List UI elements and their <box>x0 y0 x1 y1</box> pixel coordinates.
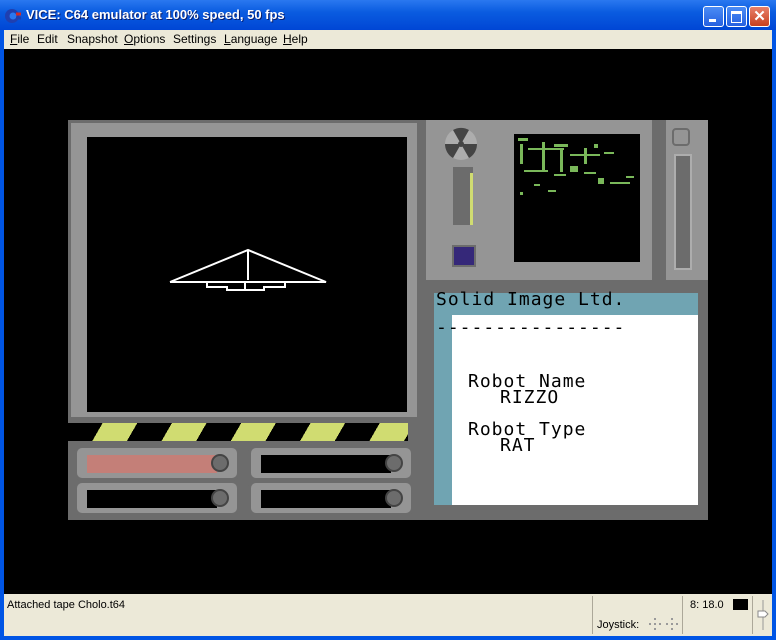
menu-options[interactable]: Options <box>124 32 165 46</box>
knob-icon <box>385 489 403 507</box>
divider-line: ---------------- <box>436 317 626 338</box>
minimize-button[interactable] <box>703 6 724 27</box>
window-title: VICE: C64 emulator at 100% speed, 50 fps <box>26 7 285 22</box>
hazard-stripe <box>68 423 408 441</box>
robot-name-value: RIZZO <box>500 387 560 408</box>
joystick-port2-icon[interactable] <box>666 618 678 630</box>
damage-gauge <box>674 154 692 270</box>
joystick-port1-icon[interactable] <box>649 618 661 630</box>
main-viewport <box>87 137 407 412</box>
maximize-button[interactable] <box>726 6 747 27</box>
drive-led <box>733 599 748 610</box>
empty-bar <box>261 455 391 473</box>
map-frame <box>500 120 652 280</box>
close-button[interactable]: ✕ <box>749 6 770 27</box>
blue-indicator <box>452 245 476 267</box>
status-message: Attached tape Cholo.t64 <box>7 599 126 611</box>
status-bar: Attached tape Cholo.t64 Joystick: 8: 18.… <box>4 594 772 636</box>
wireframe-object <box>169 248 327 291</box>
status-separator <box>752 596 753 634</box>
slot-top-left <box>74 445 240 481</box>
knob-icon <box>385 454 403 472</box>
status-separator <box>592 596 593 634</box>
info-panel: Solid Image Ltd. ---------------- Robot … <box>424 285 708 520</box>
radar-map <box>514 134 640 262</box>
slot-bottom-left <box>74 480 240 516</box>
empty-bar <box>261 490 391 508</box>
slot-top-right <box>248 445 414 481</box>
menu-snapshot[interactable]: Snapshot <box>67 32 118 46</box>
close-icon: ✕ <box>753 8 766 25</box>
menu-language[interactable]: Language <box>224 32 277 46</box>
main-viewport-frame <box>68 120 420 420</box>
menu-edit[interactable]: Edit <box>37 32 58 46</box>
empty-bar <box>87 490 217 508</box>
radiation-icon <box>444 127 478 160</box>
commodore-logo-icon <box>5 9 21 23</box>
knob-icon <box>211 454 229 472</box>
menu-help[interactable]: Help <box>283 32 308 46</box>
title-bar[interactable]: VICE: C64 emulator at 100% speed, 50 fps… <box>0 0 776 30</box>
gauge-fill <box>470 172 473 225</box>
info-panel-background: Solid Image Ltd. ---------------- Robot … <box>434 289 698 505</box>
status-separator <box>682 596 683 634</box>
map-dots <box>518 138 634 195</box>
menu-file[interactable]: File <box>10 32 29 46</box>
robot-type-value: RAT <box>500 435 536 456</box>
skull-icon <box>672 128 690 146</box>
knob-icon <box>211 489 229 507</box>
status-column <box>426 120 500 280</box>
drive-status: 8: 18.0 <box>690 599 724 611</box>
energy-bar <box>87 455 217 473</box>
vice-window: VICE: C64 emulator at 100% speed, 50 fps… <box>0 0 776 640</box>
damage-column <box>666 120 708 280</box>
slot-bottom-right <box>248 480 414 516</box>
company-header: Solid Image Ltd. <box>436 289 626 310</box>
c64-game-display: Solid Image Ltd. ---------------- Robot … <box>68 120 708 520</box>
menu-bar: File Edit Snapshot Options Settings Lang… <box>4 30 772 49</box>
volume-slider[interactable] <box>756 598 770 632</box>
radiation-gauge <box>451 165 475 227</box>
info-panel-content <box>452 315 698 505</box>
joystick-label: Joystick: <box>597 619 640 631</box>
menu-settings[interactable]: Settings <box>173 32 216 46</box>
